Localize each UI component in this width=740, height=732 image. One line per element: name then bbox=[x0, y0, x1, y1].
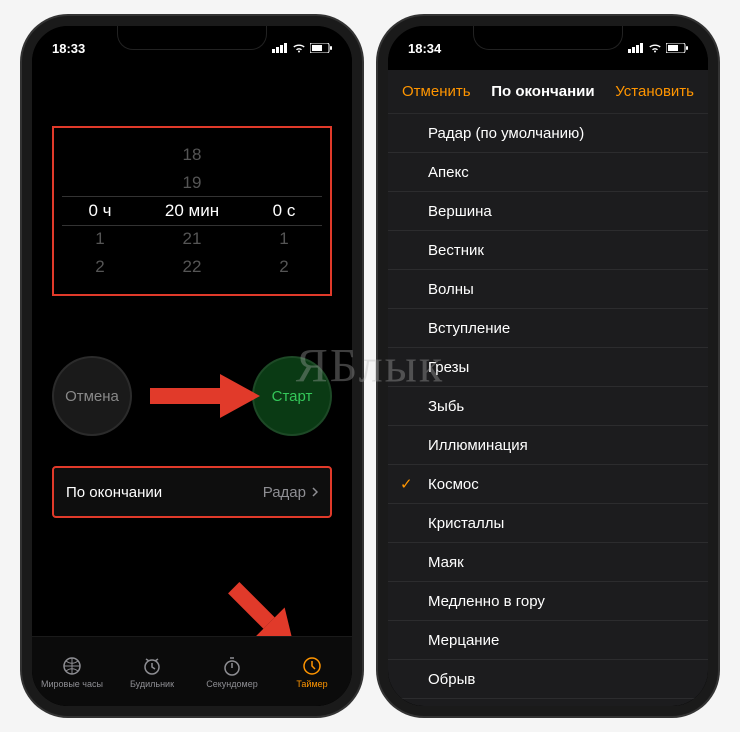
stopwatch-icon bbox=[221, 655, 243, 677]
start-button[interactable]: Старт bbox=[252, 356, 332, 436]
notch bbox=[117, 26, 267, 50]
sound-item-label: Волны bbox=[428, 281, 474, 298]
phone-right: 18:34 Отменить По окончании Установить Р… bbox=[378, 16, 718, 716]
sound-item[interactable]: Вершина bbox=[388, 192, 708, 231]
chevron-right-icon bbox=[312, 484, 318, 501]
when-ends-value: Радар bbox=[263, 484, 318, 501]
picker-row: 19 bbox=[183, 169, 202, 197]
wifi-icon bbox=[292, 43, 306, 53]
sound-item-label: Зыбь bbox=[428, 398, 464, 415]
sound-item-label: Маяк bbox=[428, 554, 464, 571]
sound-item[interactable]: Волны bbox=[388, 270, 708, 309]
start-button-label: Старт bbox=[272, 388, 313, 405]
sound-item-label: Радар (по умолчанию) bbox=[428, 125, 584, 142]
cancel-button[interactable]: Отмена bbox=[52, 356, 132, 436]
picker-row-selected: 0 bbox=[88, 201, 97, 220]
sound-item[interactable]: Вестник bbox=[388, 231, 708, 270]
sound-item[interactable]: Радар (по умолчанию) bbox=[388, 114, 708, 153]
button-row: Отмена Старт bbox=[52, 356, 332, 436]
sound-item[interactable]: Апекс bbox=[388, 153, 708, 192]
sound-item-label: Вершина bbox=[428, 203, 492, 220]
tab-label: Будильник bbox=[130, 679, 174, 689]
picker-unit-minutes: мин bbox=[189, 201, 220, 220]
cancel-button-label: Отмена bbox=[65, 388, 119, 405]
screen-sound-picker: 18:34 Отменить По окончании Установить Р… bbox=[388, 26, 708, 706]
nav-title: По окончании bbox=[491, 83, 594, 100]
phone-left: 18:33 0 ч 1 bbox=[22, 16, 362, 716]
sound-item[interactable]: Зыбь bbox=[388, 387, 708, 426]
globe-icon bbox=[61, 655, 83, 677]
sound-item-label: Вестник bbox=[428, 242, 484, 259]
tab-label: Мировые часы bbox=[41, 679, 103, 689]
picker-row: 22 bbox=[183, 253, 202, 281]
sound-item[interactable]: Мерцание bbox=[388, 621, 708, 660]
picker-unit-hours: ч bbox=[103, 201, 112, 220]
picker-unit-seconds: с bbox=[287, 201, 296, 220]
picker-row: 2 bbox=[95, 253, 104, 281]
sound-item[interactable]: Медленно в гору bbox=[388, 582, 708, 621]
tabbar: Мировые часы Будильник Секундомер Таймер bbox=[32, 636, 352, 706]
tab-label: Секундомер bbox=[206, 679, 257, 689]
signal-icon bbox=[272, 43, 288, 53]
sound-item-label: Обрыв bbox=[428, 671, 475, 688]
when-ends-value-text: Радар bbox=[263, 484, 306, 501]
screen-timer: 18:33 0 ч 1 bbox=[32, 26, 352, 706]
tab-timer[interactable]: Таймер bbox=[272, 637, 352, 706]
timer-picker[interactable]: 0 ч 1 2 18 19 20 мин 21 22 0 с 1 2 bbox=[52, 126, 332, 296]
timer-icon bbox=[301, 655, 323, 677]
sound-item-label: Вступление bbox=[428, 320, 510, 337]
status-time: 18:33 bbox=[52, 41, 85, 56]
battery-icon bbox=[310, 43, 332, 53]
picker-row: 1 bbox=[95, 225, 104, 253]
tab-alarm[interactable]: Будильник bbox=[112, 637, 192, 706]
tab-stopwatch[interactable]: Секундомер bbox=[192, 637, 272, 706]
sound-item[interactable]: Грезы bbox=[388, 348, 708, 387]
when-timer-ends-row[interactable]: По окончании Радар bbox=[52, 466, 332, 518]
sound-item-label: Медленно в гору bbox=[428, 593, 545, 610]
picker-seconds-column[interactable]: 0 с 1 2 bbox=[238, 128, 330, 294]
sound-item[interactable]: Вступление bbox=[388, 309, 708, 348]
sound-item-label: Космос bbox=[428, 476, 479, 493]
sound-item[interactable]: Отражение bbox=[388, 699, 708, 706]
notch bbox=[473, 26, 623, 50]
picker-minutes-column[interactable]: 18 19 20 мин 21 22 bbox=[146, 128, 238, 294]
tab-world-clock[interactable]: Мировые часы bbox=[32, 637, 112, 706]
status-icons bbox=[272, 43, 332, 53]
check-icon: ✓ bbox=[400, 475, 413, 493]
tab-label: Таймер bbox=[296, 679, 327, 689]
battery-icon bbox=[666, 43, 688, 53]
picker-row-selected: 0 bbox=[273, 201, 282, 220]
sound-item-label: Иллюминация bbox=[428, 437, 528, 454]
sound-item[interactable]: Иллюминация bbox=[388, 426, 708, 465]
picker-row: 2 bbox=[279, 253, 288, 281]
navbar: Отменить По окончании Установить bbox=[388, 70, 708, 114]
picker-row-selected: 20 bbox=[165, 201, 184, 220]
nav-cancel-button[interactable]: Отменить bbox=[402, 83, 471, 100]
sound-item-label: Грезы bbox=[428, 359, 469, 376]
sound-item[interactable]: Обрыв bbox=[388, 660, 708, 699]
when-ends-label: По окончании bbox=[66, 484, 162, 501]
nav-set-button[interactable]: Установить bbox=[615, 83, 694, 100]
status-time: 18:34 bbox=[408, 41, 441, 56]
picker-hours-column[interactable]: 0 ч 1 2 bbox=[54, 128, 146, 294]
sound-item[interactable]: Маяк bbox=[388, 543, 708, 582]
sound-item-label: Апекс bbox=[428, 164, 469, 181]
sound-list[interactable]: Радар (по умолчанию) Апекс Вершина Вестник В… bbox=[388, 114, 708, 706]
signal-icon bbox=[628, 43, 644, 53]
picker-row: 18 bbox=[183, 141, 202, 169]
sound-item[interactable]: ✓ Космос bbox=[388, 465, 708, 504]
wifi-icon bbox=[648, 43, 662, 53]
picker-row: 1 bbox=[279, 225, 288, 253]
sound-item-label: Мерцание bbox=[428, 632, 499, 649]
sound-item-label: Кристаллы bbox=[428, 515, 504, 532]
alarm-icon bbox=[141, 655, 163, 677]
picker-row: 21 bbox=[183, 225, 202, 253]
status-icons bbox=[628, 43, 688, 53]
sound-item[interactable]: Кристаллы bbox=[388, 504, 708, 543]
